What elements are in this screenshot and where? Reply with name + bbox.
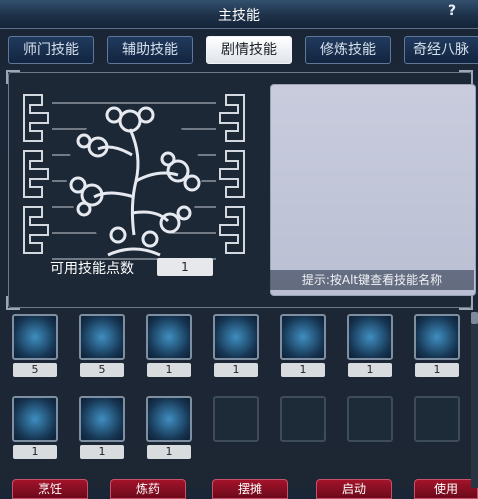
cook-button[interactable]: 烹饪 bbox=[12, 479, 88, 499]
skills-scrollbar[interactable] bbox=[471, 312, 478, 488]
skill-level: 1 bbox=[13, 445, 57, 459]
alchemy-button[interactable]: 炼药 bbox=[110, 479, 186, 499]
skill-beast-icon[interactable] bbox=[146, 314, 192, 360]
skill-slot[interactable] bbox=[146, 396, 192, 442]
empty-slot-icon bbox=[213, 396, 259, 442]
skill-crossed-swords-icon[interactable] bbox=[347, 314, 393, 360]
skill-slot[interactable] bbox=[213, 314, 259, 360]
cloud-tree-emblem-icon bbox=[23, 94, 245, 260]
tab-cultivation-skills[interactable]: 修炼技能 bbox=[305, 36, 391, 64]
skill-table-icon[interactable] bbox=[213, 314, 259, 360]
help-button[interactable]: ? bbox=[444, 3, 460, 23]
skill-slot[interactable] bbox=[146, 314, 192, 360]
alt-hint-text: 提示:按Alt键查看技能名称 bbox=[270, 270, 474, 290]
empty-skill-slot bbox=[414, 396, 460, 442]
tab-meridian-skills[interactable]: 奇经八脉 bbox=[404, 36, 478, 64]
start-button[interactable]: 启动 bbox=[316, 479, 392, 499]
empty-slot-icon bbox=[414, 396, 460, 442]
skill-points-label: 可用技能点数 bbox=[50, 261, 134, 277]
title-bar: 主技能 ? bbox=[0, 0, 478, 29]
skill-slash-icon[interactable] bbox=[12, 314, 58, 360]
skill-armor-icon[interactable] bbox=[79, 396, 125, 442]
tab-bar: 师门技能 辅助技能 剧情技能 修炼技能 奇经八脉 bbox=[0, 36, 478, 64]
tab-assist-skills[interactable]: 辅助技能 bbox=[107, 36, 193, 64]
window-title: 主技能 bbox=[218, 8, 260, 24]
skill-wings-icon[interactable] bbox=[12, 396, 58, 442]
skill-level: 5 bbox=[80, 363, 124, 377]
skill-burst-icon[interactable] bbox=[79, 314, 125, 360]
tab-story-skills[interactable]: 剧情技能 bbox=[206, 36, 292, 64]
empty-slot-icon bbox=[280, 396, 326, 442]
stall-button[interactable]: 摆摊 bbox=[212, 479, 288, 499]
tab-school-skills[interactable]: 师门技能 bbox=[8, 36, 94, 64]
skill-slot[interactable] bbox=[414, 314, 460, 360]
empty-slot-icon bbox=[347, 396, 393, 442]
skill-slot[interactable] bbox=[12, 314, 58, 360]
skill-level: 1 bbox=[147, 363, 191, 377]
skill-slot[interactable] bbox=[347, 314, 393, 360]
skill-scissors-icon[interactable] bbox=[280, 314, 326, 360]
skill-level: 1 bbox=[281, 363, 325, 377]
scrollbar-thumb[interactable] bbox=[471, 312, 478, 324]
skill-level: 1 bbox=[415, 363, 459, 377]
frame-corner-icon bbox=[6, 296, 20, 310]
skill-temple-icon[interactable] bbox=[146, 396, 192, 442]
use-button[interactable]: 使用 bbox=[414, 479, 478, 499]
skill-slot[interactable] bbox=[79, 396, 125, 442]
skill-shield-sword-icon[interactable] bbox=[414, 314, 460, 360]
skill-level: 5 bbox=[13, 363, 57, 377]
empty-skill-slot bbox=[347, 396, 393, 442]
skill-level: 1 bbox=[80, 445, 124, 459]
skill-points-value: 1 bbox=[157, 258, 213, 276]
frame-corner-icon bbox=[459, 296, 473, 310]
skill-level: 1 bbox=[147, 445, 191, 459]
skill-level: 1 bbox=[348, 363, 392, 377]
skill-slot[interactable] bbox=[280, 314, 326, 360]
skill-info-panel bbox=[270, 84, 476, 296]
skill-slot[interactable] bbox=[79, 314, 125, 360]
empty-skill-slot bbox=[280, 396, 326, 442]
frame-corner-icon bbox=[6, 70, 20, 84]
empty-skill-slot bbox=[213, 396, 259, 442]
skill-slot[interactable] bbox=[12, 396, 58, 442]
skill-level: 1 bbox=[214, 363, 258, 377]
frame-corner-icon bbox=[459, 70, 473, 84]
